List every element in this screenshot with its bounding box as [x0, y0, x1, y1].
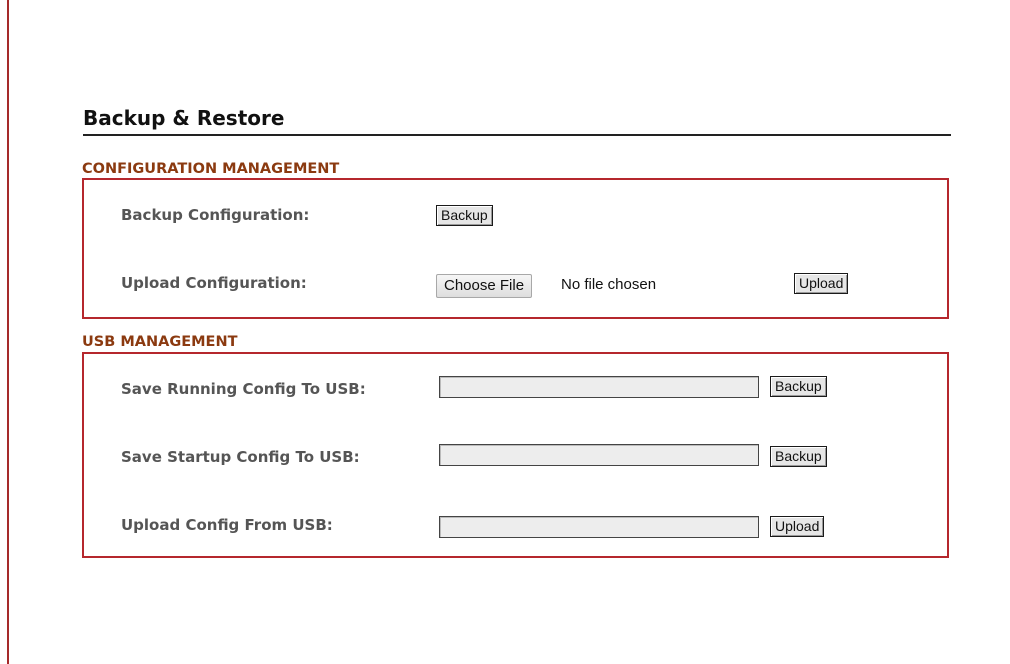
save-running-config-label: Save Running Config To USB:	[121, 380, 366, 398]
upload-configuration-button[interactable]: Upload	[794, 273, 849, 294]
save-startup-config-backup-button[interactable]: Backup	[770, 446, 827, 467]
backup-configuration-label: Backup Configuration:	[121, 206, 310, 224]
left-border-rule	[7, 0, 9, 664]
upload-config-from-usb-button[interactable]: Upload	[770, 516, 825, 537]
file-status-text: No file chosen	[561, 276, 657, 293]
backup-configuration-button[interactable]: Backup	[436, 205, 493, 226]
choose-file-button[interactable]: Choose File	[436, 274, 533, 298]
upload-config-from-usb-label: Upload Config From USB:	[121, 516, 333, 534]
config-management-panel: Backup Configuration: Backup Upload Conf…	[82, 178, 949, 319]
config-management-title: CONFIGURATION MANAGEMENT	[82, 161, 340, 177]
usb-management-panel: Save Running Config To USB: Backup Save …	[82, 352, 949, 558]
save-running-config-backup-button[interactable]: Backup	[770, 376, 827, 397]
save-startup-config-field[interactable]	[439, 444, 759, 466]
upload-config-from-usb-field[interactable]	[439, 516, 759, 538]
page-title: Backup & Restore	[83, 106, 951, 136]
save-startup-config-label: Save Startup Config To USB:	[121, 448, 360, 466]
save-running-config-field[interactable]	[439, 376, 759, 398]
upload-configuration-label: Upload Configuration:	[121, 274, 307, 292]
usb-management-title: USB MANAGEMENT	[82, 334, 238, 350]
